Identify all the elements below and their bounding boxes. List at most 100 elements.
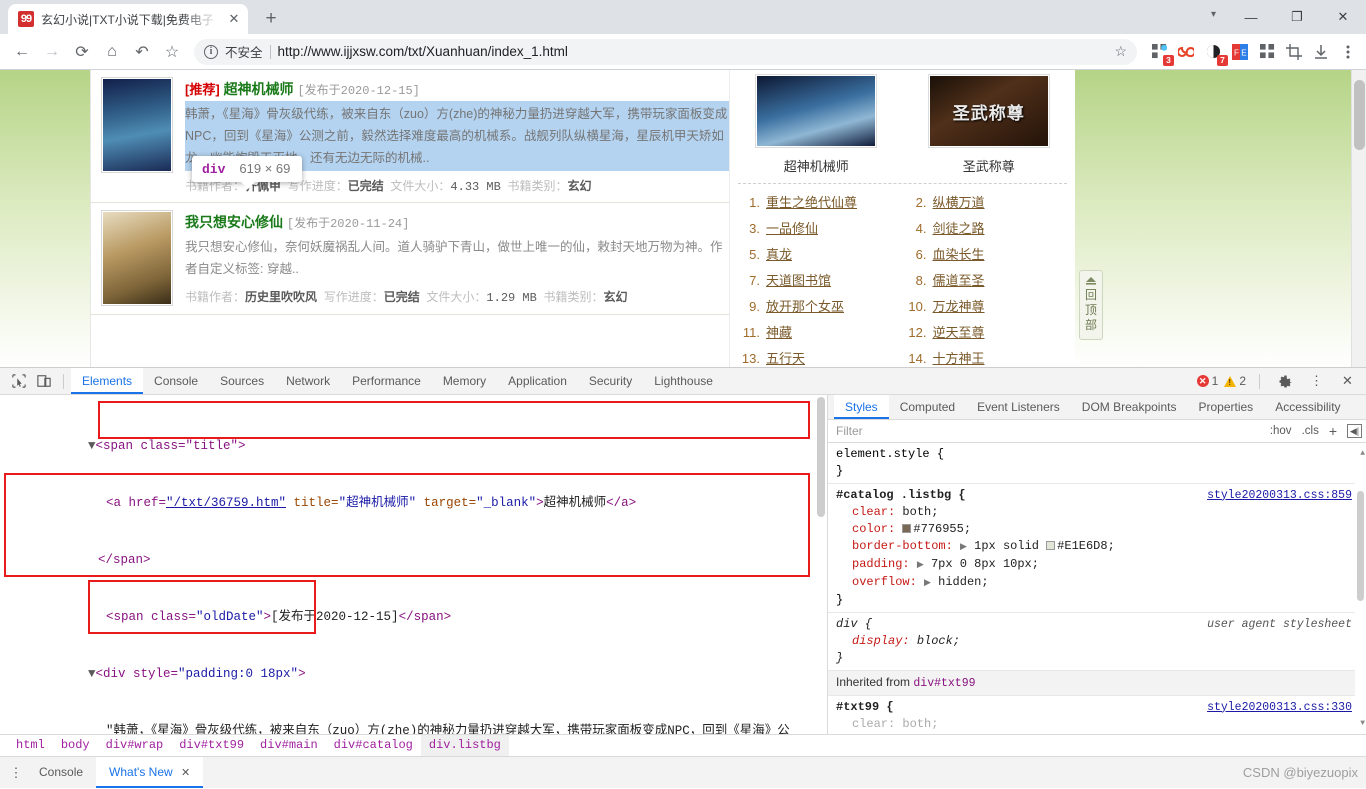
styles-filter-input[interactable]: Filter [836,424,1260,438]
device-toolbar-icon[interactable] [31,369,56,394]
gear-icon[interactable] [1273,369,1298,394]
rank-link[interactable]: 一品修仙 [766,216,818,242]
inherited-node[interactable]: div#txt99 [913,677,975,690]
warning-counter[interactable]: 2 [1224,374,1246,388]
devtools-more-icon[interactable]: ⋮ [1304,369,1329,394]
rank-item[interactable]: 8.儒道至圣 [905,268,1072,294]
rank-item[interactable]: 10.万龙神尊 [905,294,1072,320]
styles-scrollbar[interactable]: ▲ ▼ [1355,443,1366,734]
top-book-caption[interactable]: 超神机械师 [730,148,903,181]
devtools-tab-security[interactable]: Security [578,368,643,394]
book-list-item[interactable]: 我只想安心修仙 [发布于2020-11-24] 我只想安心修仙，奈何妖魔祸乱人间… [91,203,729,315]
dark-reader-icon[interactable]: 7 [1203,42,1223,62]
breadcrumb-html[interactable]: html [8,735,53,756]
styles-tab-computed[interactable]: Computed [889,395,966,419]
rank-link[interactable]: 天道图书馆 [766,268,831,294]
chrome-menu-icon[interactable] [1338,42,1358,62]
styles-scrollbar-thumb[interactable] [1357,491,1364,601]
color-swatch[interactable] [1046,541,1055,550]
dom-expand-arrow[interactable]: ▼ [88,667,96,681]
devtools-close-icon[interactable]: ✕ [1335,369,1360,394]
styles-tab-styles[interactable]: Styles [834,395,889,419]
breadcrumb-body[interactable]: body [53,735,98,756]
address-bar[interactable]: i 不安全 http://www.ijjxsw.com/txt/Xuanhuan… [194,39,1137,65]
toggle-sidebar-icon[interactable]: ◀| [1347,424,1362,438]
expand-triangle-icon[interactable]: ▶ [924,578,931,588]
puzzle-extension-icon[interactable]: 3 [1149,42,1169,62]
drawer-tab-whats-new[interactable]: What's New ✕ [96,757,203,788]
devtools-tab-memory[interactable]: Memory [432,368,497,394]
fe-helper-icon[interactable]: FE [1230,42,1250,62]
home-icon[interactable]: ⌂ [98,38,126,66]
breadcrumb-div-main[interactable]: div#main [252,735,326,756]
reload-icon[interactable]: ⟳ [68,38,96,66]
rank-link[interactable]: 剑徒之路 [933,216,985,242]
rank-link[interactable]: 真龙 [766,242,792,268]
styles-tab-dom-breakpoints[interactable]: DOM Breakpoints [1071,395,1188,419]
styles-tab-properties[interactable]: Properties [1187,395,1264,419]
rank-item[interactable]: 14.十方神王 [905,346,1072,367]
rank-link[interactable]: 逆天至尊 [933,320,985,346]
forward-icon[interactable]: → [38,38,66,66]
devtools-tab-lighthouse[interactable]: Lighthouse [643,368,724,394]
undo-icon[interactable]: ↶ [128,38,156,66]
rank-item[interactable]: 3.一品修仙 [738,216,905,242]
expand-triangle-icon[interactable]: ▶ [960,542,967,552]
info-circle-icon[interactable]: i [204,45,218,59]
rule-source-link[interactable]: style20200313.css:330 [1207,699,1352,716]
rank-item[interactable]: 12.逆天至尊 [905,320,1072,346]
dom-tree-scrollbar[interactable] [815,395,827,734]
infinity-extension-icon[interactable] [1176,42,1196,62]
devtools-tab-performance[interactable]: Performance [341,368,432,394]
styles-rules-list[interactable]: element.style { } #catalog .listbg { sty… [828,443,1366,734]
close-window-button[interactable]: ✕ [1320,0,1366,34]
dom-href-value[interactable]: "/txt/36759.htm" [166,496,286,510]
dom-tree-panel[interactable]: ▼<span class="title"> <a href="/txt/3675… [0,395,828,734]
rule-source-link[interactable]: style20200313.css:859 [1207,487,1352,504]
rank-item[interactable]: 7.天道图书馆 [738,268,905,294]
style-rule[interactable]: element.style { } [828,443,1366,484]
devtools-tab-network[interactable]: Network [275,368,341,394]
breadcrumb-div-txt99[interactable]: div#txt99 [171,735,252,756]
rank-item[interactable]: 13.五行天 [738,346,905,367]
rank-item[interactable]: 4.剑徒之路 [905,216,1072,242]
rank-link[interactable]: 血染长生 [933,242,985,268]
grid-extension-icon[interactable] [1257,42,1277,62]
top-book-item[interactable]: 超神机械师 [730,74,903,181]
chevron-down-icon[interactable]: ▾ [1211,9,1216,20]
browser-tab[interactable]: 99 玄幻小说|TXT小说下载|免费电子 ✕ [8,4,248,34]
rank-link[interactable]: 万龙神尊 [933,294,985,320]
devtools-tab-sources[interactable]: Sources [209,368,275,394]
hov-toggle[interactable]: :hov [1270,425,1292,437]
styles-tab-event-listeners[interactable]: Event Listeners [966,395,1071,419]
breadcrumb-div-listbg[interactable]: div.listbg [421,735,509,756]
devtools-tab-application[interactable]: Application [497,368,578,394]
back-icon[interactable]: ← [8,38,36,66]
dom-tree[interactable]: ▼<span class="title"> <a href="/txt/3675… [0,395,827,734]
rank-link[interactable]: 放开那个女巫 [766,294,844,320]
scroll-down-icon[interactable]: ▼ [1360,715,1365,732]
book-cover[interactable] [101,210,173,306]
minimize-button[interactable]: ― [1228,0,1274,34]
top-book-caption[interactable]: 圣武称尊 [903,148,1076,181]
drawer-tab-close-icon[interactable]: ✕ [181,767,190,779]
scroll-up-icon[interactable]: ▲ [1360,445,1365,462]
styles-tab-accessibility[interactable]: Accessibility [1264,395,1351,419]
star-icon[interactable]: ☆ [1114,43,1127,60]
drawer-tab-console[interactable]: Console [26,757,96,788]
style-rule-inherited[interactable]: #txt99 { style20200313.css:330 clear: bo… [828,696,1366,734]
new-style-rule-button[interactable]: + [1329,423,1337,439]
style-rule-user-agent[interactable]: div { user agent stylesheet display: blo… [828,613,1366,671]
back-to-top-button[interactable]: 回顶部 [1079,270,1103,340]
rank-link[interactable]: 纵横万道 [933,190,985,216]
book-title-link[interactable]: 超神机械师 [224,81,294,97]
download-icon[interactable] [1311,42,1331,62]
book-title-link[interactable]: 我只想安心修仙 [185,214,283,230]
inspect-element-icon[interactable] [6,369,31,394]
rank-link[interactable]: 重生之绝代仙尊 [766,190,857,216]
expand-triangle-icon[interactable]: ▶ [917,560,924,570]
page-scrollbar[interactable] [1351,70,1366,367]
breadcrumb-div-wrap[interactable]: div#wrap [98,735,172,756]
rank-item[interactable]: 11.神藏 [738,320,905,346]
crop-capture-icon[interactable] [1284,42,1304,62]
